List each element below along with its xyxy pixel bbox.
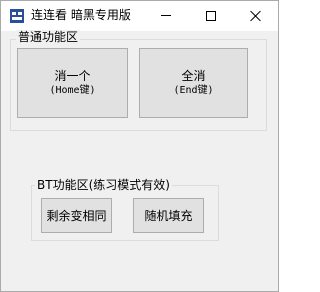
remove-all-shortcut: (End键) <box>173 84 214 96</box>
minimize-icon <box>160 15 171 16</box>
close-icon <box>250 10 261 21</box>
remove-one-label: 消一个 <box>54 68 91 83</box>
app-window: 连连看 暗黑专用版 普通功能区 消一个 (Home键) 全消 (End键) BT… <box>0 0 279 292</box>
maximize-button[interactable] <box>188 1 233 30</box>
random-fill-button[interactable]: 随机填充 <box>133 198 204 233</box>
remove-one-shortcut: (Home键) <box>49 84 96 96</box>
title-bar[interactable]: 连连看 暗黑专用版 <box>1 1 278 31</box>
minimize-button[interactable] <box>143 1 188 30</box>
normal-function-group-legend: 普通功能区 <box>16 30 81 44</box>
remaining-to-same-label: 剩余变相同 <box>46 208 107 223</box>
random-fill-label: 随机填充 <box>144 208 193 223</box>
close-button[interactable] <box>233 1 278 30</box>
remove-one-button[interactable]: 消一个 (Home键) <box>17 48 128 118</box>
bt-function-group-legend: BT功能区(练习模式有效) <box>35 178 172 192</box>
remaining-to-same-button[interactable]: 剩余变相同 <box>41 198 112 233</box>
remove-all-label: 全消 <box>181 68 206 83</box>
window-title: 连连看 暗黑专用版 <box>31 8 131 22</box>
app-icon <box>10 9 24 23</box>
remove-all-button[interactable]: 全消 (End键) <box>139 48 248 118</box>
maximize-icon <box>205 10 216 21</box>
